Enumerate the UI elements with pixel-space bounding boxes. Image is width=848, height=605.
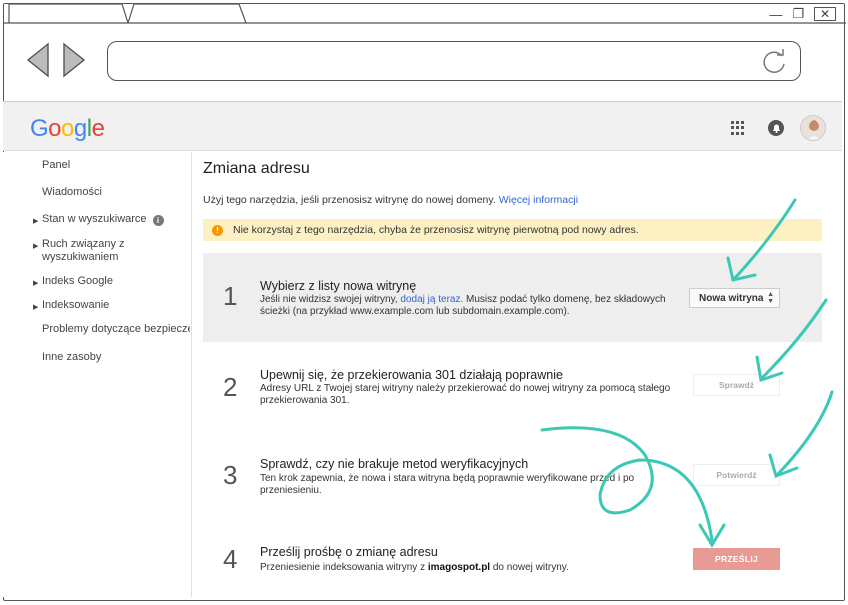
expand-triangle-icon: ▶ (33, 218, 39, 225)
step-description: Jeśli nie widzisz swojej witryny, dodaj … (260, 294, 690, 318)
intro-description: Użyj tego narzędzia, jeśli przenosisz wi… (203, 194, 496, 206)
sidebar-item-label: Wiadomości (42, 186, 102, 198)
step-3: 3 Sprawdź, czy nie brakuje metod weryfik… (203, 442, 822, 522)
step-1: 1 Wybierz z listy nowa witrynę Jeśli nie… (203, 253, 822, 342)
close-icon[interactable]: ✕ (814, 7, 836, 21)
sidebar-item-label: Stan w wyszukiwarce i (42, 213, 190, 226)
sidebar-item-label: Indeksowanie (42, 299, 110, 311)
step-title: Upewnij się, że przekierowania 301 dział… (260, 368, 563, 382)
old-domain: imagospot.pl (427, 562, 491, 573)
warning-text: Nie korzystaj z tego narzędzia, chyba że… (233, 224, 639, 236)
notifications-bell-icon[interactable] (768, 120, 784, 136)
minimize-icon[interactable]: — (769, 7, 782, 22)
step-number: 3 (223, 460, 238, 490)
step-description: Przeniesienie indeksowania witryny z ima… (260, 562, 690, 574)
sidebar-item-label: Problemy dotyczące bezpieczeństwa (42, 323, 190, 335)
select-arrows-icon: ▲ ▼ (767, 291, 774, 305)
intro-text: Użyj tego narzędzia, jeśli przenosisz wi… (203, 194, 578, 206)
step-number: 2 (223, 372, 238, 402)
apps-grid-icon[interactable] (731, 121, 745, 135)
tab-bar: — ❐ ✕ (4, 4, 846, 24)
logo-letter: g (73, 115, 87, 142)
step-number: 4 (223, 544, 238, 574)
sidebar-item-text: Ruch związany z (42, 238, 125, 250)
warning-banner: ! Nie korzystaj z tego narzędzia, chyba … (203, 219, 822, 241)
expand-triangle-icon: ▶ (33, 304, 39, 311)
window-controls: — ❐ ✕ (769, 6, 836, 22)
restore-icon[interactable]: ❐ (792, 6, 804, 22)
forward-arrow-icon[interactable] (60, 42, 88, 78)
step-number: 1 (223, 281, 238, 311)
sidebar-item-label: Inne zasoby (42, 351, 102, 363)
step-desc-text: do nowej witryny. (492, 562, 569, 573)
sidebar-item-label: Ruch związany z wyszukiwaniem (42, 238, 190, 264)
tab-outline (4, 4, 846, 24)
refresh-icon[interactable] (760, 48, 788, 76)
logo-letter: o (61, 115, 74, 142)
step-2: 2 Upewnij się, że przekierowania 301 dzi… (203, 352, 822, 432)
step-title: Sprawdź, czy nie brakuje metod weryfikac… (260, 457, 529, 471)
step-4: 4 Prześlij prośbę o zmianę adresu Przeni… (203, 532, 822, 592)
more-info-link[interactable]: Więcej informacji (499, 194, 578, 206)
back-arrow-icon[interactable] (24, 42, 52, 78)
avatar[interactable] (800, 115, 826, 141)
logo-letter: o (48, 115, 62, 142)
logo-letter: e (91, 115, 105, 142)
address-bar[interactable] (107, 41, 801, 81)
expand-triangle-icon: ▶ (33, 280, 39, 287)
info-icon[interactable]: i (152, 215, 164, 226)
step-title: Prześlij prośbę o zmianę adresu (260, 545, 438, 559)
page-title: Zmiana adresu (203, 160, 310, 177)
sidebar-item-label: Panel (42, 159, 71, 171)
add-site-link[interactable]: dodaj ją teraz. (400, 294, 463, 305)
sidebar-item-search-traffic[interactable]: ▶ Ruch związany z wyszukiwaniem (3, 238, 192, 264)
sidebar-item-text: Stan w wyszukiwarce (42, 213, 147, 225)
expand-triangle-icon: ▶ (33, 243, 39, 250)
step-description: Adresy URL z Twojej starej witryny należ… (260, 383, 671, 406)
sidebar-nav: Panel Wiadomości ▶ Stan w wyszukiwarce i … (3, 152, 192, 597)
sidebar-item-label: Indeks Google (42, 275, 113, 287)
search-console-header: Google (3, 101, 842, 151)
sidebar-item-text: wyszukiwaniem (42, 251, 119, 263)
logo-letter: G (30, 115, 49, 142)
step-desc-text: Jeśli nie widzisz swojej witryny, (260, 294, 398, 305)
step-description: Ten krok zapewnia, że nowa i stara witry… (260, 473, 635, 496)
select-label: Nowa witryna (699, 292, 764, 304)
new-site-select[interactable]: Nowa witryna ▲ ▼ (689, 288, 780, 308)
google-logo[interactable]: Google (30, 115, 105, 143)
step-desc-text: Przeniesienie indeksowania witryny z (260, 562, 426, 573)
submit-button[interactable]: PRZEŚLIJ (693, 548, 780, 570)
confirm-button[interactable]: Potwierdź (693, 464, 780, 486)
check-button[interactable]: Sprawdź (693, 374, 780, 396)
step-title: Wybierz z listy nowa witrynę (260, 279, 417, 293)
warning-icon: ! (212, 224, 223, 236)
